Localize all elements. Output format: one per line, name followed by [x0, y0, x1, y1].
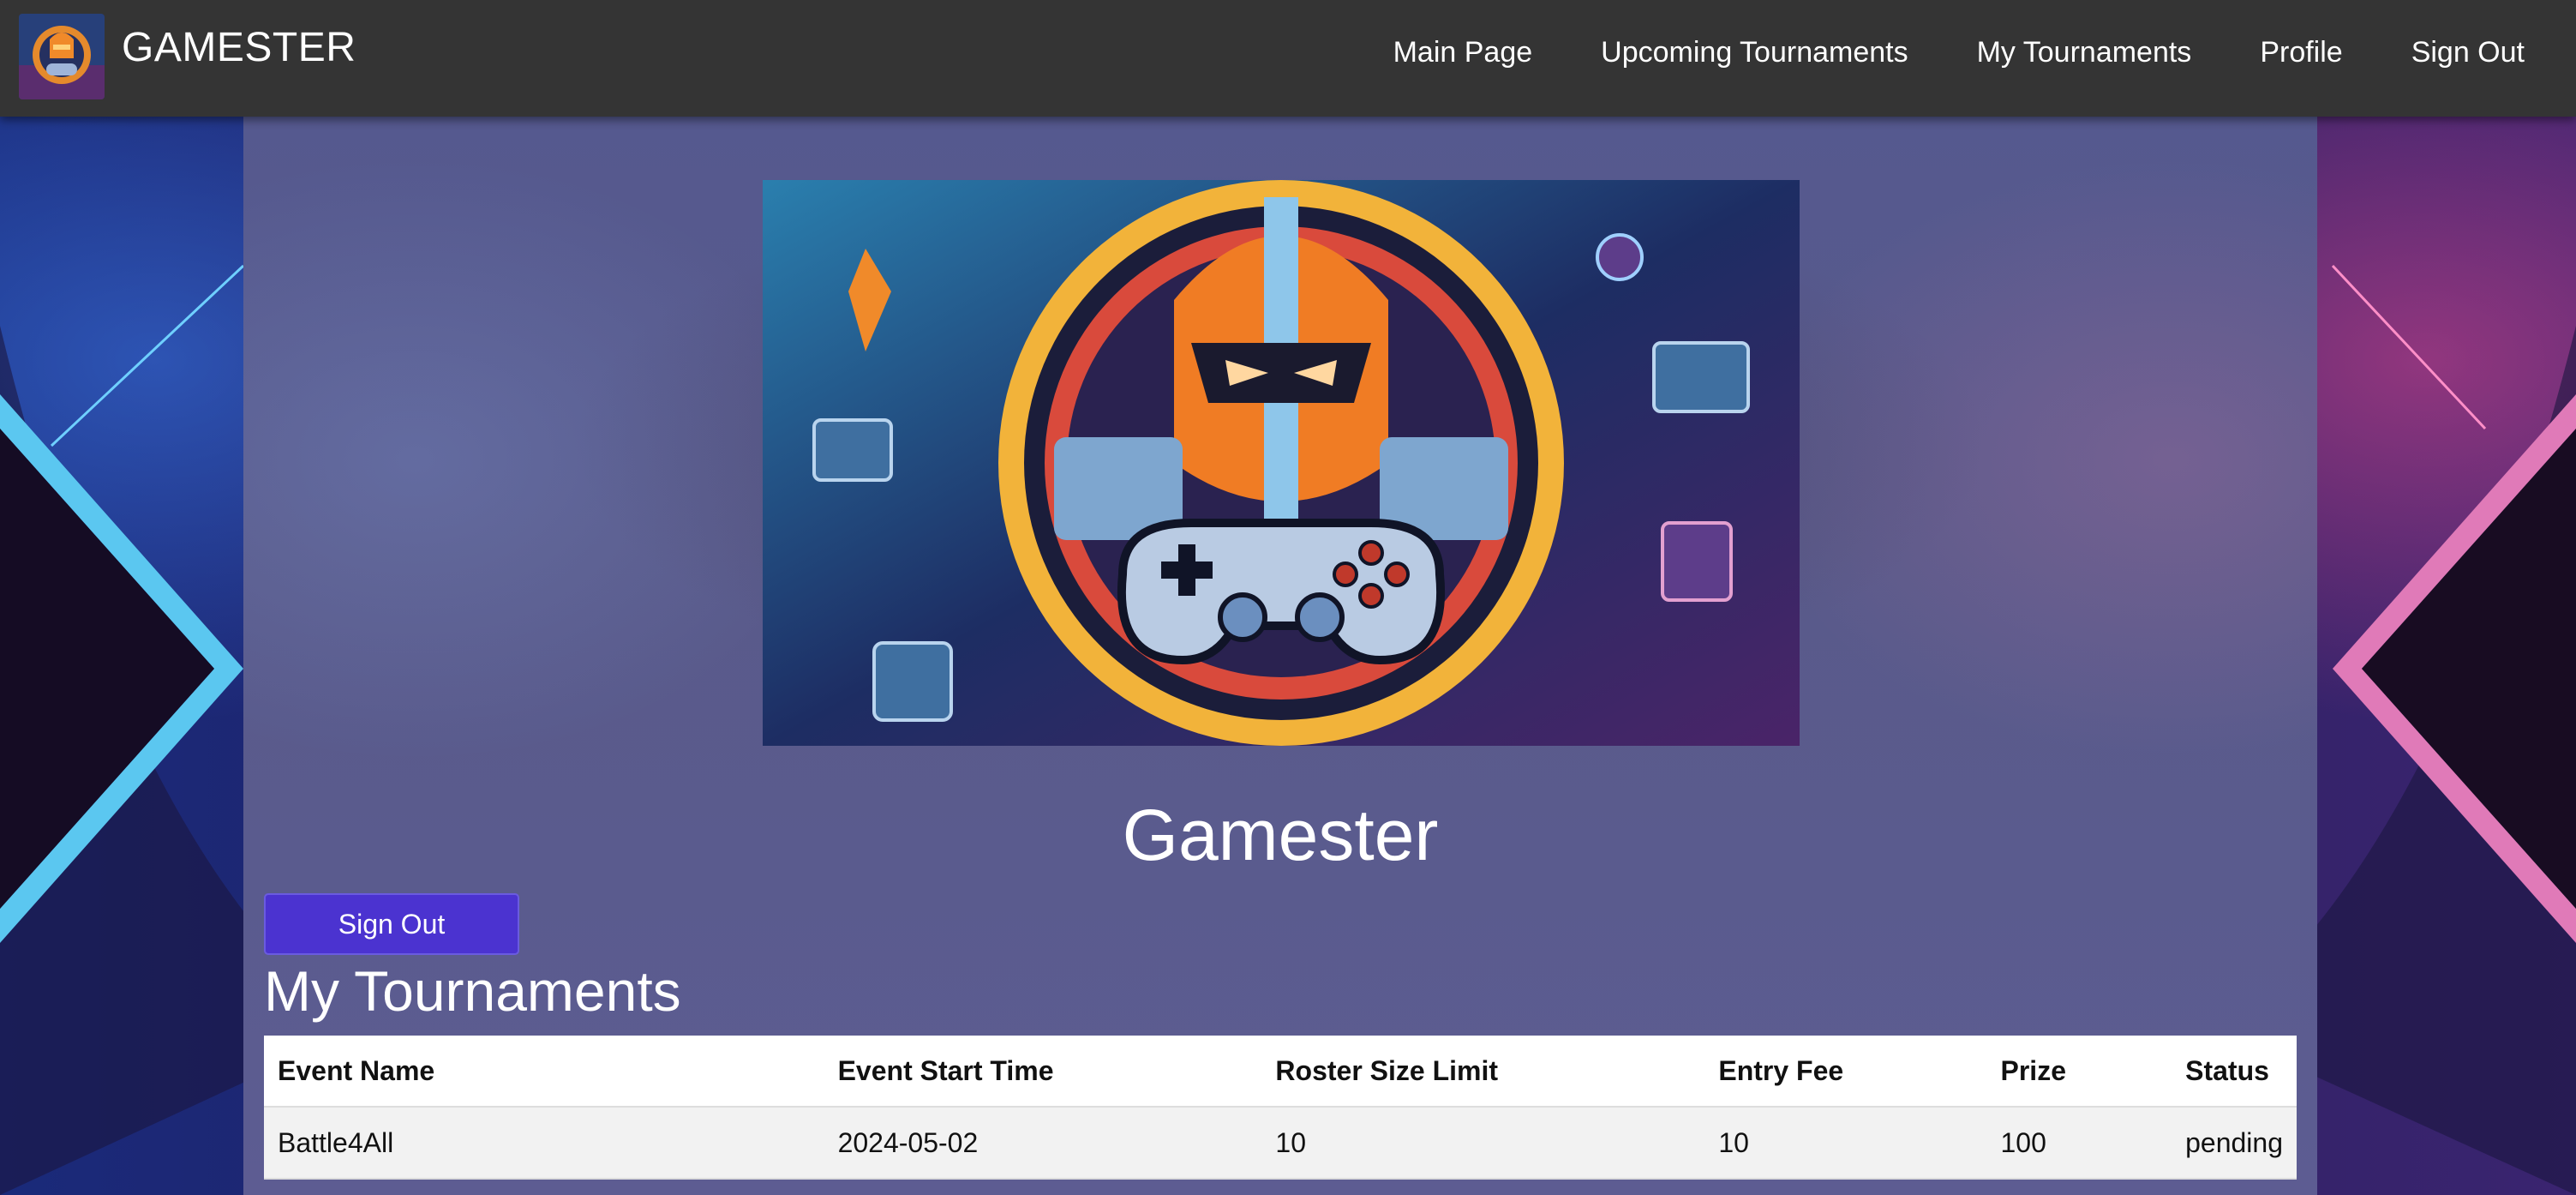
cell-entry-fee: 10: [1704, 1107, 1987, 1180]
nav-sign-out[interactable]: Sign Out: [2411, 36, 2525, 69]
column-header-roster-size-limit: Roster Size Limit: [1261, 1036, 1705, 1108]
top-navbar: GAMESTER Main Page Upcoming Tournaments …: [0, 0, 2576, 117]
cell-status: pending: [2172, 1107, 2297, 1180]
main-navigation: Main Page Upcoming Tournaments My Tourna…: [1325, 36, 2525, 69]
hero-image: [763, 180, 1800, 746]
cell-event-start-time: 2024-05-02: [824, 1107, 1262, 1180]
content-panel: Gamester Sign Out My Tournaments Event N…: [243, 117, 2317, 1195]
column-header-prize: Prize: [1986, 1036, 2172, 1108]
gamester-logo-icon[interactable]: [19, 14, 105, 99]
column-header-event-name: Event Name: [264, 1036, 824, 1108]
brand-name[interactable]: GAMESTER: [122, 24, 356, 71]
tournaments-table-wrapper: Event Name Event Start Time Roster Size …: [264, 1036, 2297, 1180]
cell-event-name: Battle4All: [264, 1107, 824, 1180]
sign-out-button[interactable]: Sign Out: [264, 893, 519, 955]
site-title: Gamester: [1122, 795, 1439, 875]
nav-main-page[interactable]: Main Page: [1393, 36, 1533, 69]
cell-roster-size-limit: 10: [1261, 1107, 1705, 1180]
column-header-entry-fee: Entry Fee: [1704, 1036, 1987, 1108]
cell-prize: 100: [1986, 1107, 2172, 1180]
section-title: My Tournaments: [264, 959, 681, 1023]
column-header-event-start-time: Event Start Time: [824, 1036, 1262, 1108]
tournaments-table: Event Name Event Start Time Roster Size …: [264, 1036, 2297, 1180]
column-header-status: Status: [2172, 1036, 2297, 1108]
nav-upcoming-tournaments[interactable]: Upcoming Tournaments: [1601, 36, 1908, 69]
table-row[interactable]: Battle4All 2024-05-02 10 10 100 pending: [264, 1107, 2297, 1180]
nav-my-tournaments[interactable]: My Tournaments: [1977, 36, 2192, 69]
nav-profile[interactable]: Profile: [2260, 36, 2342, 69]
table-header-row: Event Name Event Start Time Roster Size …: [264, 1036, 2297, 1108]
